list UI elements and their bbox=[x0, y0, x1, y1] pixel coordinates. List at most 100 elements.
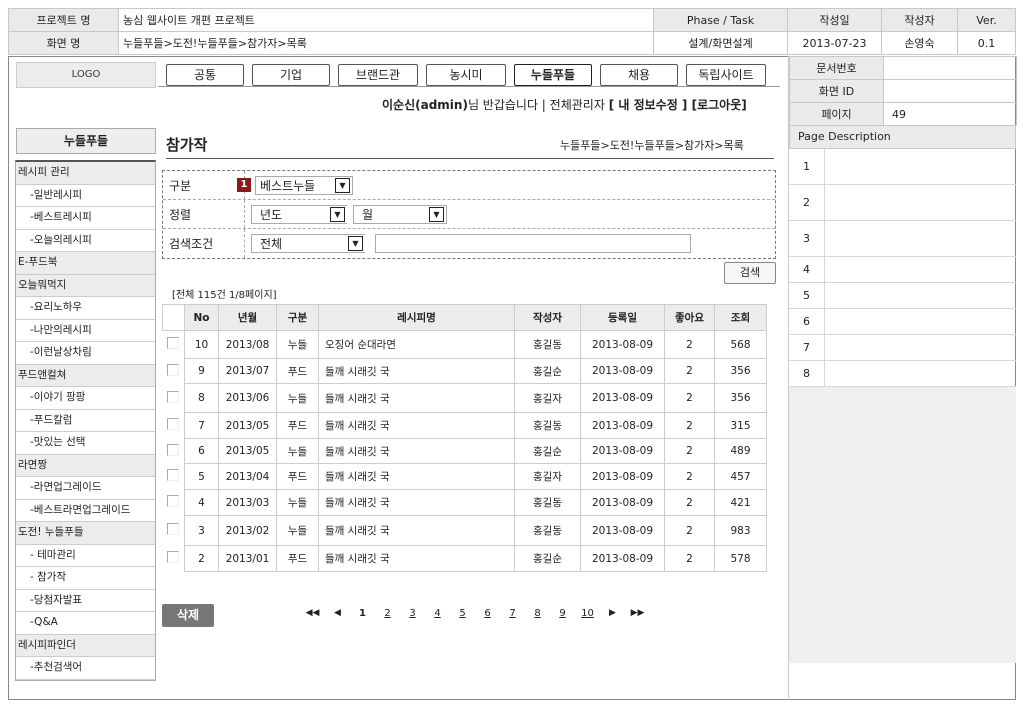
page-link[interactable]: 6 bbox=[475, 608, 500, 619]
sidebar-category[interactable]: 라면짱 bbox=[16, 454, 155, 477]
delete-button[interactable]: 삭제 bbox=[162, 604, 214, 627]
row-checkbox-cell[interactable] bbox=[162, 383, 185, 413]
logo[interactable]: LOGO bbox=[16, 62, 156, 88]
chevron-down-icon[interactable]: ▼ bbox=[330, 206, 345, 222]
sidebar-category[interactable]: E-푸드북 bbox=[16, 252, 155, 275]
row-checkbox[interactable] bbox=[167, 337, 180, 350]
sidebar-item[interactable]: -일반레시피 bbox=[16, 185, 155, 207]
row-checkbox[interactable] bbox=[167, 363, 180, 376]
row-checkbox[interactable] bbox=[167, 443, 180, 456]
type-select[interactable]: 베스트누들 ▼ bbox=[255, 175, 353, 195]
row-checkbox-cell[interactable] bbox=[162, 412, 185, 439]
row-checkbox[interactable] bbox=[167, 418, 180, 430]
next-page-icon[interactable]: ▶ bbox=[600, 608, 625, 619]
recipe-name[interactable]: 들깨 시래깃 국 bbox=[318, 438, 515, 464]
document-header-table: 프로젝트 명 농심 웹사이트 개편 프로젝트 Phase / Task 작성일 … bbox=[8, 8, 1016, 55]
row-checkbox[interactable] bbox=[167, 495, 180, 507]
page-link[interactable]: 4 bbox=[425, 608, 450, 619]
last-page-icon[interactable]: ▶▶ bbox=[625, 608, 650, 619]
chevron-down-icon[interactable]: ▼ bbox=[348, 236, 363, 251]
recipe-name[interactable]: 들깨 시래깃 국 bbox=[318, 463, 515, 490]
account-links[interactable]: [ 내 정보수정 ] [로그아웃] bbox=[609, 98, 747, 112]
sidebar-item[interactable]: -맛있는 선택 bbox=[16, 432, 155, 455]
row-likes: 2 bbox=[664, 489, 715, 516]
nav-tab-4[interactable]: 농시미 bbox=[426, 64, 506, 86]
sidebar-item[interactable]: -Q&A bbox=[16, 612, 155, 635]
sidebar-category[interactable]: 레시피 관리 bbox=[16, 162, 155, 185]
row-likes: 2 bbox=[664, 330, 715, 359]
page-link[interactable]: 10 bbox=[575, 608, 600, 619]
row-checkbox-cell[interactable] bbox=[162, 463, 185, 490]
page-link[interactable]: 8 bbox=[525, 608, 550, 619]
page-link[interactable]: 9 bbox=[550, 608, 575, 619]
row-checkbox-cell[interactable] bbox=[162, 489, 185, 516]
sidebar-item[interactable]: -당첨자발표 bbox=[16, 590, 155, 612]
page-link[interactable]: 2 bbox=[375, 608, 400, 619]
sidebar-item[interactable]: -이런날상차림 bbox=[16, 342, 155, 365]
sidebar-item[interactable]: - 참가작 bbox=[16, 567, 155, 590]
sidebar-item[interactable]: -추천검색어 bbox=[16, 657, 155, 680]
table-row: 4 2013/03 누들 들깨 시래깃 국 홍길동 2013-08-09 2 421 bbox=[162, 489, 767, 516]
column-header: 작성자 bbox=[514, 304, 581, 331]
description-text bbox=[825, 361, 1016, 386]
nav-tab-7[interactable]: 독립사이트 bbox=[686, 64, 766, 86]
sidebar-item[interactable]: -라면업그레이드 bbox=[16, 477, 155, 500]
sidebar-item[interactable]: -이야기 팡팡 bbox=[16, 387, 155, 410]
row-type: 푸드 bbox=[276, 545, 319, 572]
row-checkbox-cell[interactable] bbox=[162, 438, 185, 464]
recipe-name[interactable]: 들깨 시래깃 국 bbox=[318, 383, 515, 413]
sidebar-item[interactable]: -푸드칼럼 bbox=[16, 410, 155, 432]
nav-tab-5[interactable]: 누들푸들 bbox=[514, 64, 592, 86]
row-checkbox-cell[interactable] bbox=[162, 515, 185, 546]
recipe-name[interactable]: 오징어 순대라면 bbox=[318, 330, 515, 359]
search-input[interactable] bbox=[375, 234, 691, 253]
recipe-name[interactable]: 들깨 시래깃 국 bbox=[318, 489, 515, 516]
author-label: 작성자 bbox=[881, 8, 958, 32]
search-condition-select[interactable]: 전체 ▼ bbox=[251, 234, 365, 253]
row-no: 8 bbox=[184, 383, 219, 413]
sidebar-item[interactable]: - 테마관리 bbox=[16, 545, 155, 567]
recipe-name[interactable]: 들깨 시래깃 국 bbox=[318, 515, 515, 546]
sidebar-category[interactable]: 푸드앤컬쳐 bbox=[16, 364, 155, 387]
nav-tab-6[interactable]: 채용 bbox=[600, 64, 678, 86]
nav-tab-3[interactable]: 브랜드관 bbox=[338, 64, 418, 86]
row-checkbox[interactable] bbox=[167, 523, 180, 535]
nav-tab-1[interactable]: 공통 bbox=[166, 64, 244, 86]
recipe-name[interactable]: 들깨 시래깃 국 bbox=[318, 545, 515, 572]
search-button[interactable]: 검색 bbox=[724, 262, 776, 284]
recipe-name[interactable]: 들깨 시래깃 국 bbox=[318, 412, 515, 439]
chevron-down-icon[interactable]: ▼ bbox=[335, 177, 350, 193]
sidebar-item[interactable]: -베스트라면업그레이드 bbox=[16, 500, 155, 522]
page-link[interactable]: 3 bbox=[400, 608, 425, 619]
row-checkbox-cell[interactable] bbox=[162, 545, 185, 572]
page-link[interactable]: 1 bbox=[350, 608, 375, 619]
chevron-down-icon[interactable]: ▼ bbox=[429, 206, 444, 222]
year-select[interactable]: 년도 ▼ bbox=[251, 204, 347, 224]
first-page-icon[interactable]: ◀◀ bbox=[300, 608, 325, 619]
prev-page-icon[interactable]: ◀ bbox=[325, 608, 350, 619]
nav-tab-2[interactable]: 기업 bbox=[252, 64, 330, 86]
sidebar-item[interactable]: -오늘의레시피 bbox=[16, 230, 155, 252]
result-count: [전체 115건 1/8페이지] bbox=[172, 290, 277, 301]
sidebar-item[interactable]: -베스트레시피 bbox=[16, 207, 155, 230]
row-author: 홍길동 bbox=[514, 330, 581, 359]
page-description-row: 5 bbox=[789, 283, 1016, 309]
sidebar-item[interactable]: -나만의레시피 bbox=[16, 320, 155, 342]
sidebar-category[interactable]: 도전! 누들푸들 bbox=[16, 522, 155, 545]
sidebar-category[interactable]: 레시피파인더 bbox=[16, 634, 155, 657]
row-checkbox-cell[interactable] bbox=[162, 358, 185, 384]
month-select[interactable]: 월 ▼ bbox=[353, 204, 447, 224]
row-checkbox-cell[interactable] bbox=[162, 330, 185, 359]
row-checkbox[interactable] bbox=[167, 551, 180, 563]
table-row: 2 2013/01 푸드 들깨 시래깃 국 홍길순 2013-08-09 2 578 bbox=[162, 545, 767, 572]
filter-form: 구분 1 베스트누들 ▼ 정렬 년도 ▼ 월 ▼ 검색조건 전체 ▼ bbox=[162, 170, 776, 259]
page-link[interactable]: 7 bbox=[500, 608, 525, 619]
sidebar-item[interactable]: -요리노하우 bbox=[16, 297, 155, 320]
row-type: 푸드 bbox=[276, 358, 319, 384]
page-link[interactable]: 5 bbox=[450, 608, 475, 619]
table-row: 3 2013/02 누들 들깨 시래깃 국 홍길동 2013-08-09 2 983 bbox=[162, 515, 767, 546]
sidebar-category[interactable]: 오늘뭐먹지 bbox=[16, 274, 155, 297]
recipe-name[interactable]: 들깨 시래깃 국 bbox=[318, 358, 515, 384]
row-checkbox[interactable] bbox=[167, 469, 180, 481]
row-checkbox[interactable] bbox=[167, 390, 180, 403]
